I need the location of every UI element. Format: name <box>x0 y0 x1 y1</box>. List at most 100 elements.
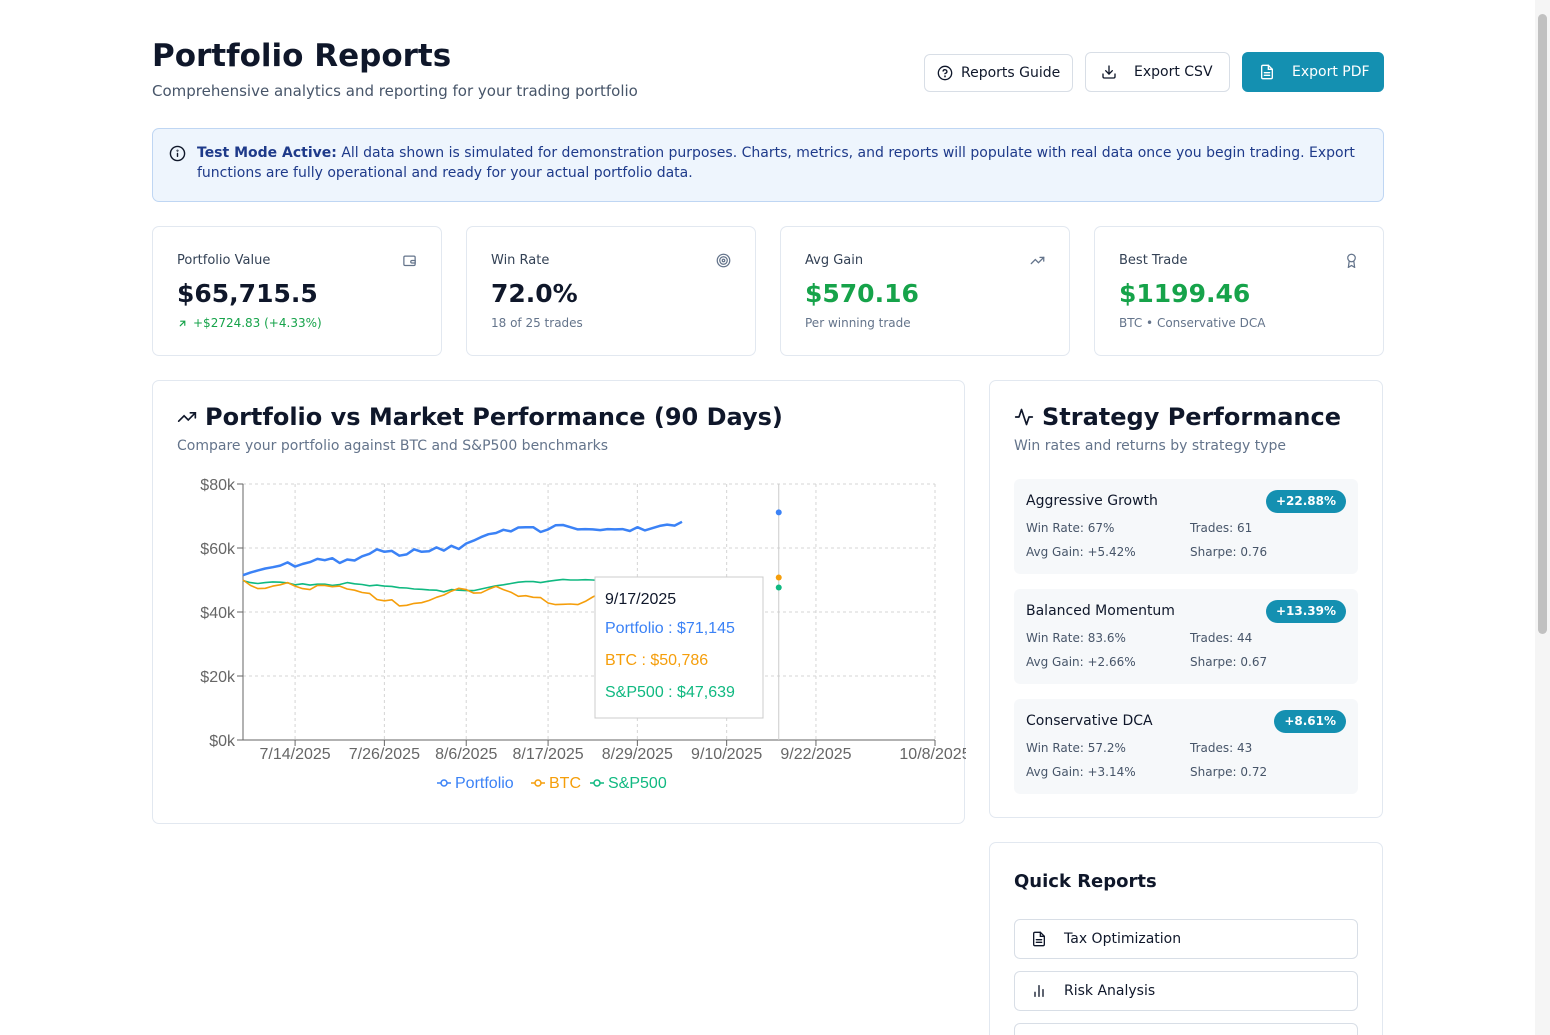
strategy-win-rate: Win Rate: 57.2% <box>1026 741 1126 755</box>
strategy-title-text: Strategy Performance <box>1042 403 1341 431</box>
tooltip-btc: BTC : $50,786 <box>605 652 708 669</box>
chart-tooltip: 9/17/2025 Portfolio : $71,145 BTC : $50,… <box>594 576 764 719</box>
performance-chart-panel: Portfolio vs Market Performance (90 Days… <box>152 380 966 825</box>
strategy-trades: Trades: 44 <box>1190 631 1253 645</box>
x-tick-label: 10/8/2025 <box>899 746 966 763</box>
y-axis-labels: $0k $20k $40k $60k $80k <box>200 477 236 750</box>
stat-sub: 18 of 25 trades <box>491 316 583 330</box>
help-circle-icon <box>937 65 953 81</box>
strategy-name: Balanced Momentum <box>1026 603 1175 619</box>
page-subtitle: Comprehensive analytics and reporting fo… <box>152 82 638 100</box>
stat-label: Best Trade <box>1119 253 1188 268</box>
strategy-name: Conservative DCA <box>1026 713 1153 729</box>
stat-value: 72.0% <box>491 279 578 308</box>
hover-cursor <box>775 484 782 740</box>
file-text-icon <box>1261 64 1273 80</box>
strategy-sharpe: Sharpe: 0.72 <box>1190 765 1268 779</box>
y-tick-label: $0k <box>209 733 236 750</box>
stat-change-text: +$2724.83 (+4.33%) <box>193 316 322 330</box>
legend-item-sp500[interactable]: S&P500 <box>590 775 667 792</box>
quick-reports-title: Quick Reports <box>1014 871 1157 892</box>
legend-item-btc[interactable]: BTC <box>531 775 581 792</box>
strategy-return-badge: +22.88% <box>1265 490 1346 513</box>
x-tick-label: 7/14/2025 <box>259 746 330 763</box>
strategy-avg-gain: Avg Gain: +5.42% <box>1026 545 1136 559</box>
download-icon <box>1102 65 1116 79</box>
performance-line-chart[interactable]: $0k $20k $40k $60k $80k 7/14/2025 7/26/2025 8/… <box>153 381 966 825</box>
quick-reports-panel: Quick Reports Tax Optimization Risk Anal… <box>989 842 1383 1035</box>
x-tick-label: 9/22/2025 <box>780 746 851 763</box>
legend-label-portfolio: Portfolio <box>455 775 514 792</box>
stat-card-avg-gain: Avg Gain $570.16 Per winning trade <box>780 226 1070 356</box>
strategy-avg-gain: Avg Gain: +3.14% <box>1026 765 1136 779</box>
strategy-win-rate: Win Rate: 67% <box>1026 521 1115 535</box>
reports-guide-button[interactable]: Reports Guide <box>924 54 1073 92</box>
chart-legend: Portfolio BTC S&P500 <box>437 775 667 792</box>
tax-optimization-button[interactable]: Tax Optimization <box>1014 919 1358 959</box>
quick-report-button-partial[interactable] <box>1014 1023 1358 1035</box>
strategy-performance-panel: Strategy Performance Win rates and retur… <box>989 380 1383 818</box>
stat-label: Win Rate <box>491 253 550 268</box>
tooltip-portfolio: Portfolio : $71,145 <box>605 620 735 637</box>
y-tick-label: $20k <box>200 669 236 686</box>
hover-dot-sp500 <box>775 584 782 591</box>
chart-grid <box>243 483 936 741</box>
y-tick-label: $80k <box>200 477 236 494</box>
export-pdf-button[interactable]: Export PDF <box>1242 52 1384 92</box>
target-icon <box>716 253 731 268</box>
stat-label: Avg Gain <box>805 253 864 268</box>
stat-card-portfolio-value: Portfolio Value $65,715.5 +$2724.83 (+4.… <box>152 226 442 356</box>
y-tick-label: $40k <box>200 605 236 622</box>
page-scrollbar[interactable] <box>1535 0 1550 1035</box>
stat-change: +$2724.83 (+4.33%) <box>177 316 322 330</box>
activity-icon <box>1014 408 1034 426</box>
stat-sub: BTC • Conservative DCA <box>1119 316 1266 330</box>
strategy-item[interactable]: Aggressive Growth +22.88% Win Rate: 67% … <box>1014 479 1358 574</box>
strategy-return-badge: +13.39% <box>1265 600 1346 623</box>
alert-body: All data shown is simulated for demonstr… <box>197 145 1355 181</box>
y-tick-label: $60k <box>200 541 236 558</box>
strategy-item[interactable]: Balanced Momentum +13.39% Win Rate: 83.6… <box>1014 589 1358 684</box>
stat-value: $65,715.5 <box>177 279 318 308</box>
alert-text: Test Mode Active: All data shown is simu… <box>197 143 1367 183</box>
strategy-subtitle: Win rates and returns by strategy type <box>1014 438 1287 454</box>
strategy-sharpe: Sharpe: 0.67 <box>1190 655 1268 669</box>
wallet-icon <box>403 255 416 267</box>
export-csv-label: Export CSV <box>1134 64 1213 80</box>
export-pdf-label: Export PDF <box>1292 64 1370 80</box>
test-mode-alert: Test Mode Active: All data shown is simu… <box>152 128 1384 202</box>
tooltip-sp500: S&P500 : $47,639 <box>605 684 735 701</box>
strategy-sharpe: Sharpe: 0.76 <box>1190 545 1268 559</box>
strategy-return-badge: +8.61% <box>1274 710 1346 733</box>
x-tick-label: 8/17/2025 <box>512 746 583 763</box>
strategy-item[interactable]: Conservative DCA +8.61% Win Rate: 57.2% … <box>1014 699 1358 794</box>
reports-guide-label: Reports Guide <box>961 65 1061 81</box>
stat-card-best-trade: Best Trade $1199.46 BTC • Conservative D… <box>1094 226 1384 356</box>
strategy-trades: Trades: 61 <box>1190 521 1253 535</box>
quick-report-label: Tax Optimization <box>1064 931 1182 947</box>
award-icon <box>1347 253 1356 268</box>
export-csv-button[interactable]: Export CSV <box>1085 52 1230 92</box>
hover-dot-portfolio <box>775 509 782 516</box>
strategy-panel-title: Strategy Performance <box>1014 403 1341 431</box>
strategy-win-rate: Win Rate: 83.6% <box>1026 631 1126 645</box>
info-icon <box>169 145 186 162</box>
hover-dot-btc <box>775 574 782 581</box>
x-tick-label: 7/26/2025 <box>349 746 420 763</box>
stat-card-win-rate: Win Rate 72.0% 18 of 25 trades <box>466 226 756 356</box>
stat-label: Portfolio Value <box>177 253 271 268</box>
x-tick-label: 8/29/2025 <box>602 746 673 763</box>
scrollbar-thumb[interactable] <box>1538 14 1547 634</box>
risk-analysis-button[interactable]: Risk Analysis <box>1014 971 1358 1011</box>
x-axis-labels: 7/14/2025 7/26/2025 8/6/2025 8/17/2025 8/29/… <box>259 746 966 763</box>
arrow-up-right-icon <box>179 320 186 326</box>
stat-value: $570.16 <box>805 279 919 308</box>
alert-bold: Test Mode Active: <box>197 145 337 161</box>
bar-chart-icon <box>1034 985 1044 997</box>
quick-report-label: Risk Analysis <box>1064 983 1156 999</box>
stat-sub: Per winning trade <box>805 316 911 330</box>
strategy-trades: Trades: 43 <box>1190 741 1253 755</box>
stat-value: $1199.46 <box>1119 279 1251 308</box>
legend-item-portfolio[interactable]: Portfolio <box>437 775 514 792</box>
strategy-name: Aggressive Growth <box>1026 493 1158 509</box>
